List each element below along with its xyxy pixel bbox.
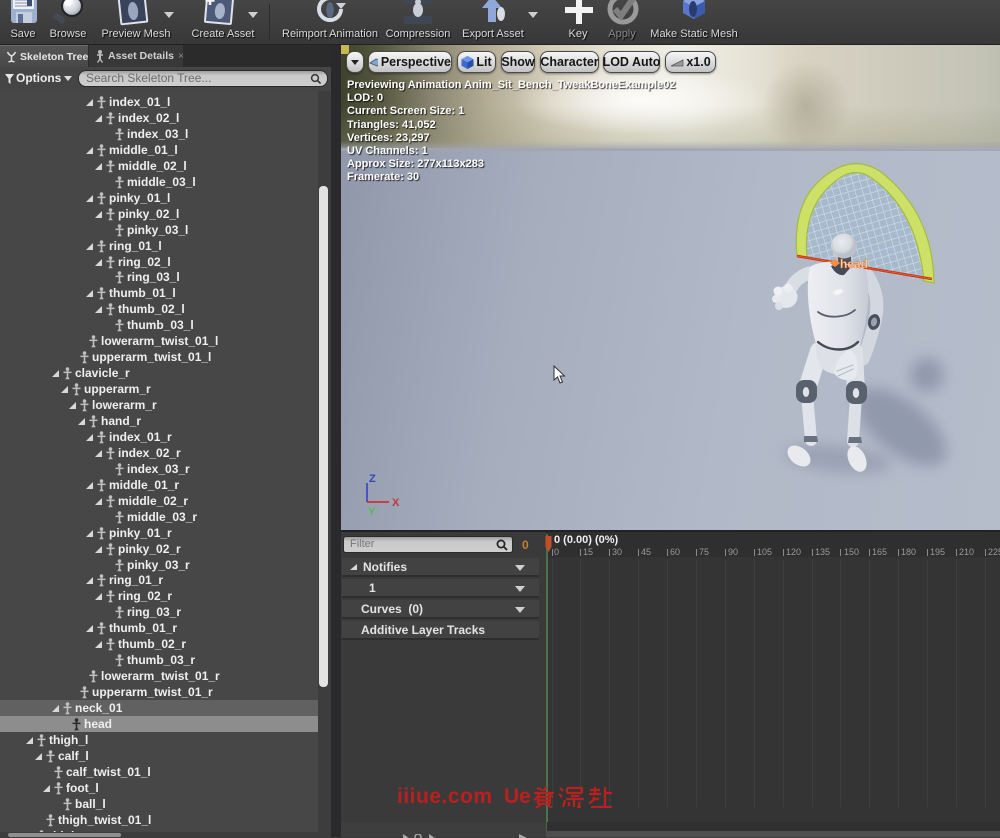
svg-text:head: head [840,257,868,271]
svg-text:X: X [392,497,400,509]
svg-text:Z: Z [369,473,376,485]
svg-text:Y: Y [368,506,376,518]
